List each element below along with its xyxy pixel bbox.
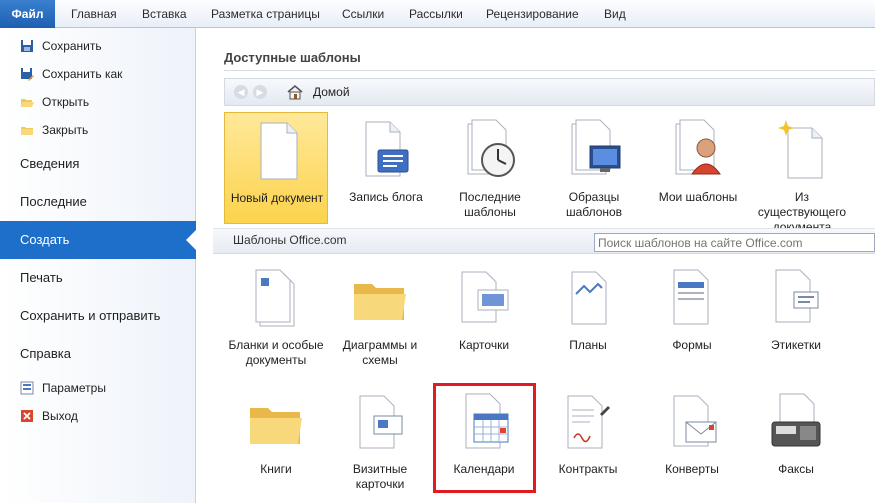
close-folder-icon	[21, 127, 33, 135]
breadcrumb-home[interactable]: Домой	[313, 85, 350, 99]
divider	[224, 70, 875, 71]
template-label: Книги	[260, 462, 292, 476]
labels-icon	[775, 269, 819, 323]
template-label: Бланки и особые документы	[228, 338, 324, 367]
home-icon[interactable]	[287, 84, 303, 100]
template-contracts[interactable]: Контракты	[536, 384, 640, 496]
template-label: Диаграммы и схемы	[342, 338, 418, 367]
my-templates-icon	[675, 119, 721, 175]
template-samples[interactable]: Образцы шаблонов	[542, 112, 646, 224]
template-my-templates[interactable]: Мои шаблоны	[646, 112, 750, 224]
sidebar-item-save-send[interactable]: Сохранить и отправить	[0, 297, 196, 335]
office-templates-bar: Шаблоны Office.com	[213, 228, 875, 254]
sidebar-item-print[interactable]: Печать	[0, 259, 196, 297]
template-label: Мои шаблоны	[658, 190, 738, 204]
exit-icon	[21, 410, 33, 422]
backstage-sidebar: Сохранить Сохранить как Открыть Закрыть …	[0, 28, 196, 503]
fax-icon	[771, 393, 821, 447]
template-label: Формы	[672, 338, 712, 352]
template-books[interactable]: Книги	[224, 384, 328, 496]
save-as-icon	[21, 68, 34, 81]
blank-document-icon	[260, 122, 298, 180]
from-existing-icon	[778, 120, 823, 179]
template-label: Запись блога	[349, 190, 423, 204]
plans-icon	[571, 271, 607, 325]
sidebar-item-label: Закрыть	[42, 123, 89, 137]
templates-pane: Доступные шаблоны ◀ ▶ Домой Новый докуме…	[197, 28, 875, 503]
tab-mailings[interactable]: Рассылки	[409, 0, 463, 28]
template-envelopes[interactable]: Конверты	[640, 384, 744, 496]
template-blog-post[interactable]: Запись блога	[334, 112, 438, 224]
sidebar-item-label: Параметры	[42, 381, 106, 395]
sidebar-item-recent[interactable]: Последние	[0, 183, 196, 221]
template-label: Этикетки	[771, 338, 821, 352]
folder-icon	[354, 284, 406, 320]
open-folder-icon	[21, 99, 34, 107]
office-section-title: Шаблоны Office.com	[233, 233, 347, 247]
template-new-document[interactable]: Новый документ	[224, 112, 328, 224]
business-cards-icon	[359, 395, 403, 449]
sidebar-item-label: Создать	[20, 232, 70, 247]
template-recent[interactable]: Последние шаблоны	[438, 112, 542, 224]
forms-documents-icon	[255, 269, 295, 327]
sidebar-item-label: Сохранить как	[42, 67, 123, 81]
template-label: Контракты	[558, 462, 618, 476]
template-forms-documents[interactable]: Бланки и особые документы	[224, 260, 328, 372]
tab-insert[interactable]: Вставка	[142, 0, 187, 28]
folder-icon	[250, 408, 302, 444]
back-button[interactable]: ◀	[234, 85, 248, 99]
calendar-highlight-box	[433, 383, 536, 493]
cards-icon	[461, 271, 509, 323]
forward-button[interactable]: ▶	[253, 85, 267, 99]
tab-review[interactable]: Рецензирование	[486, 0, 579, 28]
contracts-icon	[567, 395, 610, 449]
template-navbar: ◀ ▶ Домой	[224, 78, 875, 106]
template-label: Визитные карточки	[352, 462, 408, 491]
blog-post-icon	[365, 121, 409, 177]
template-labels[interactable]: Этикетки	[744, 260, 848, 372]
template-label: Карточки	[458, 338, 510, 352]
template-diagrams[interactable]: Диаграммы и схемы	[328, 260, 432, 372]
template-label: Образцы шаблонов	[565, 190, 623, 219]
template-label: Факсы	[778, 462, 814, 476]
active-indicator	[186, 230, 196, 250]
forms-icon	[673, 269, 709, 325]
save-icon	[21, 40, 33, 52]
tab-view[interactable]: Вид	[604, 0, 626, 28]
template-forms[interactable]: Формы	[640, 260, 744, 372]
sidebar-item-label: Сохранить	[42, 39, 102, 53]
sidebar-item-label: Открыть	[42, 95, 90, 109]
tab-file[interactable]: Файл	[0, 0, 55, 28]
template-cards[interactable]: Карточки	[432, 260, 536, 372]
search-input[interactable]	[594, 233, 875, 252]
template-from-existing[interactable]: Из существующего документа	[750, 112, 854, 234]
section-title: Доступные шаблоны	[224, 50, 361, 65]
sidebar-item-help[interactable]: Справка	[0, 335, 196, 373]
sidebar-item-new[interactable]: Создать	[0, 221, 196, 259]
envelope-icon	[673, 395, 717, 447]
sidebar-item-info[interactable]: Сведения	[0, 145, 196, 183]
tab-references[interactable]: Ссылки	[342, 0, 384, 28]
sidebar-item-label: Выход	[42, 409, 78, 423]
template-faxes[interactable]: Факсы	[744, 384, 848, 496]
sample-templates-icon	[571, 119, 621, 175]
tab-home[interactable]: Главная	[71, 0, 117, 28]
template-label: Новый документ	[230, 191, 324, 205]
recent-templates-icon	[467, 119, 515, 177]
template-label: Планы	[569, 338, 607, 352]
template-label: Конверты	[665, 462, 719, 476]
options-icon	[20, 381, 34, 395]
template-plans[interactable]: Планы	[536, 260, 640, 372]
tab-page-layout[interactable]: Разметка страницы	[211, 0, 320, 28]
template-label: Последние шаблоны	[459, 190, 521, 219]
template-business-cards[interactable]: Визитные карточки	[328, 384, 432, 496]
ribbon-tabs: Файл Главная Вставка Разметка страницы С…	[0, 0, 875, 28]
